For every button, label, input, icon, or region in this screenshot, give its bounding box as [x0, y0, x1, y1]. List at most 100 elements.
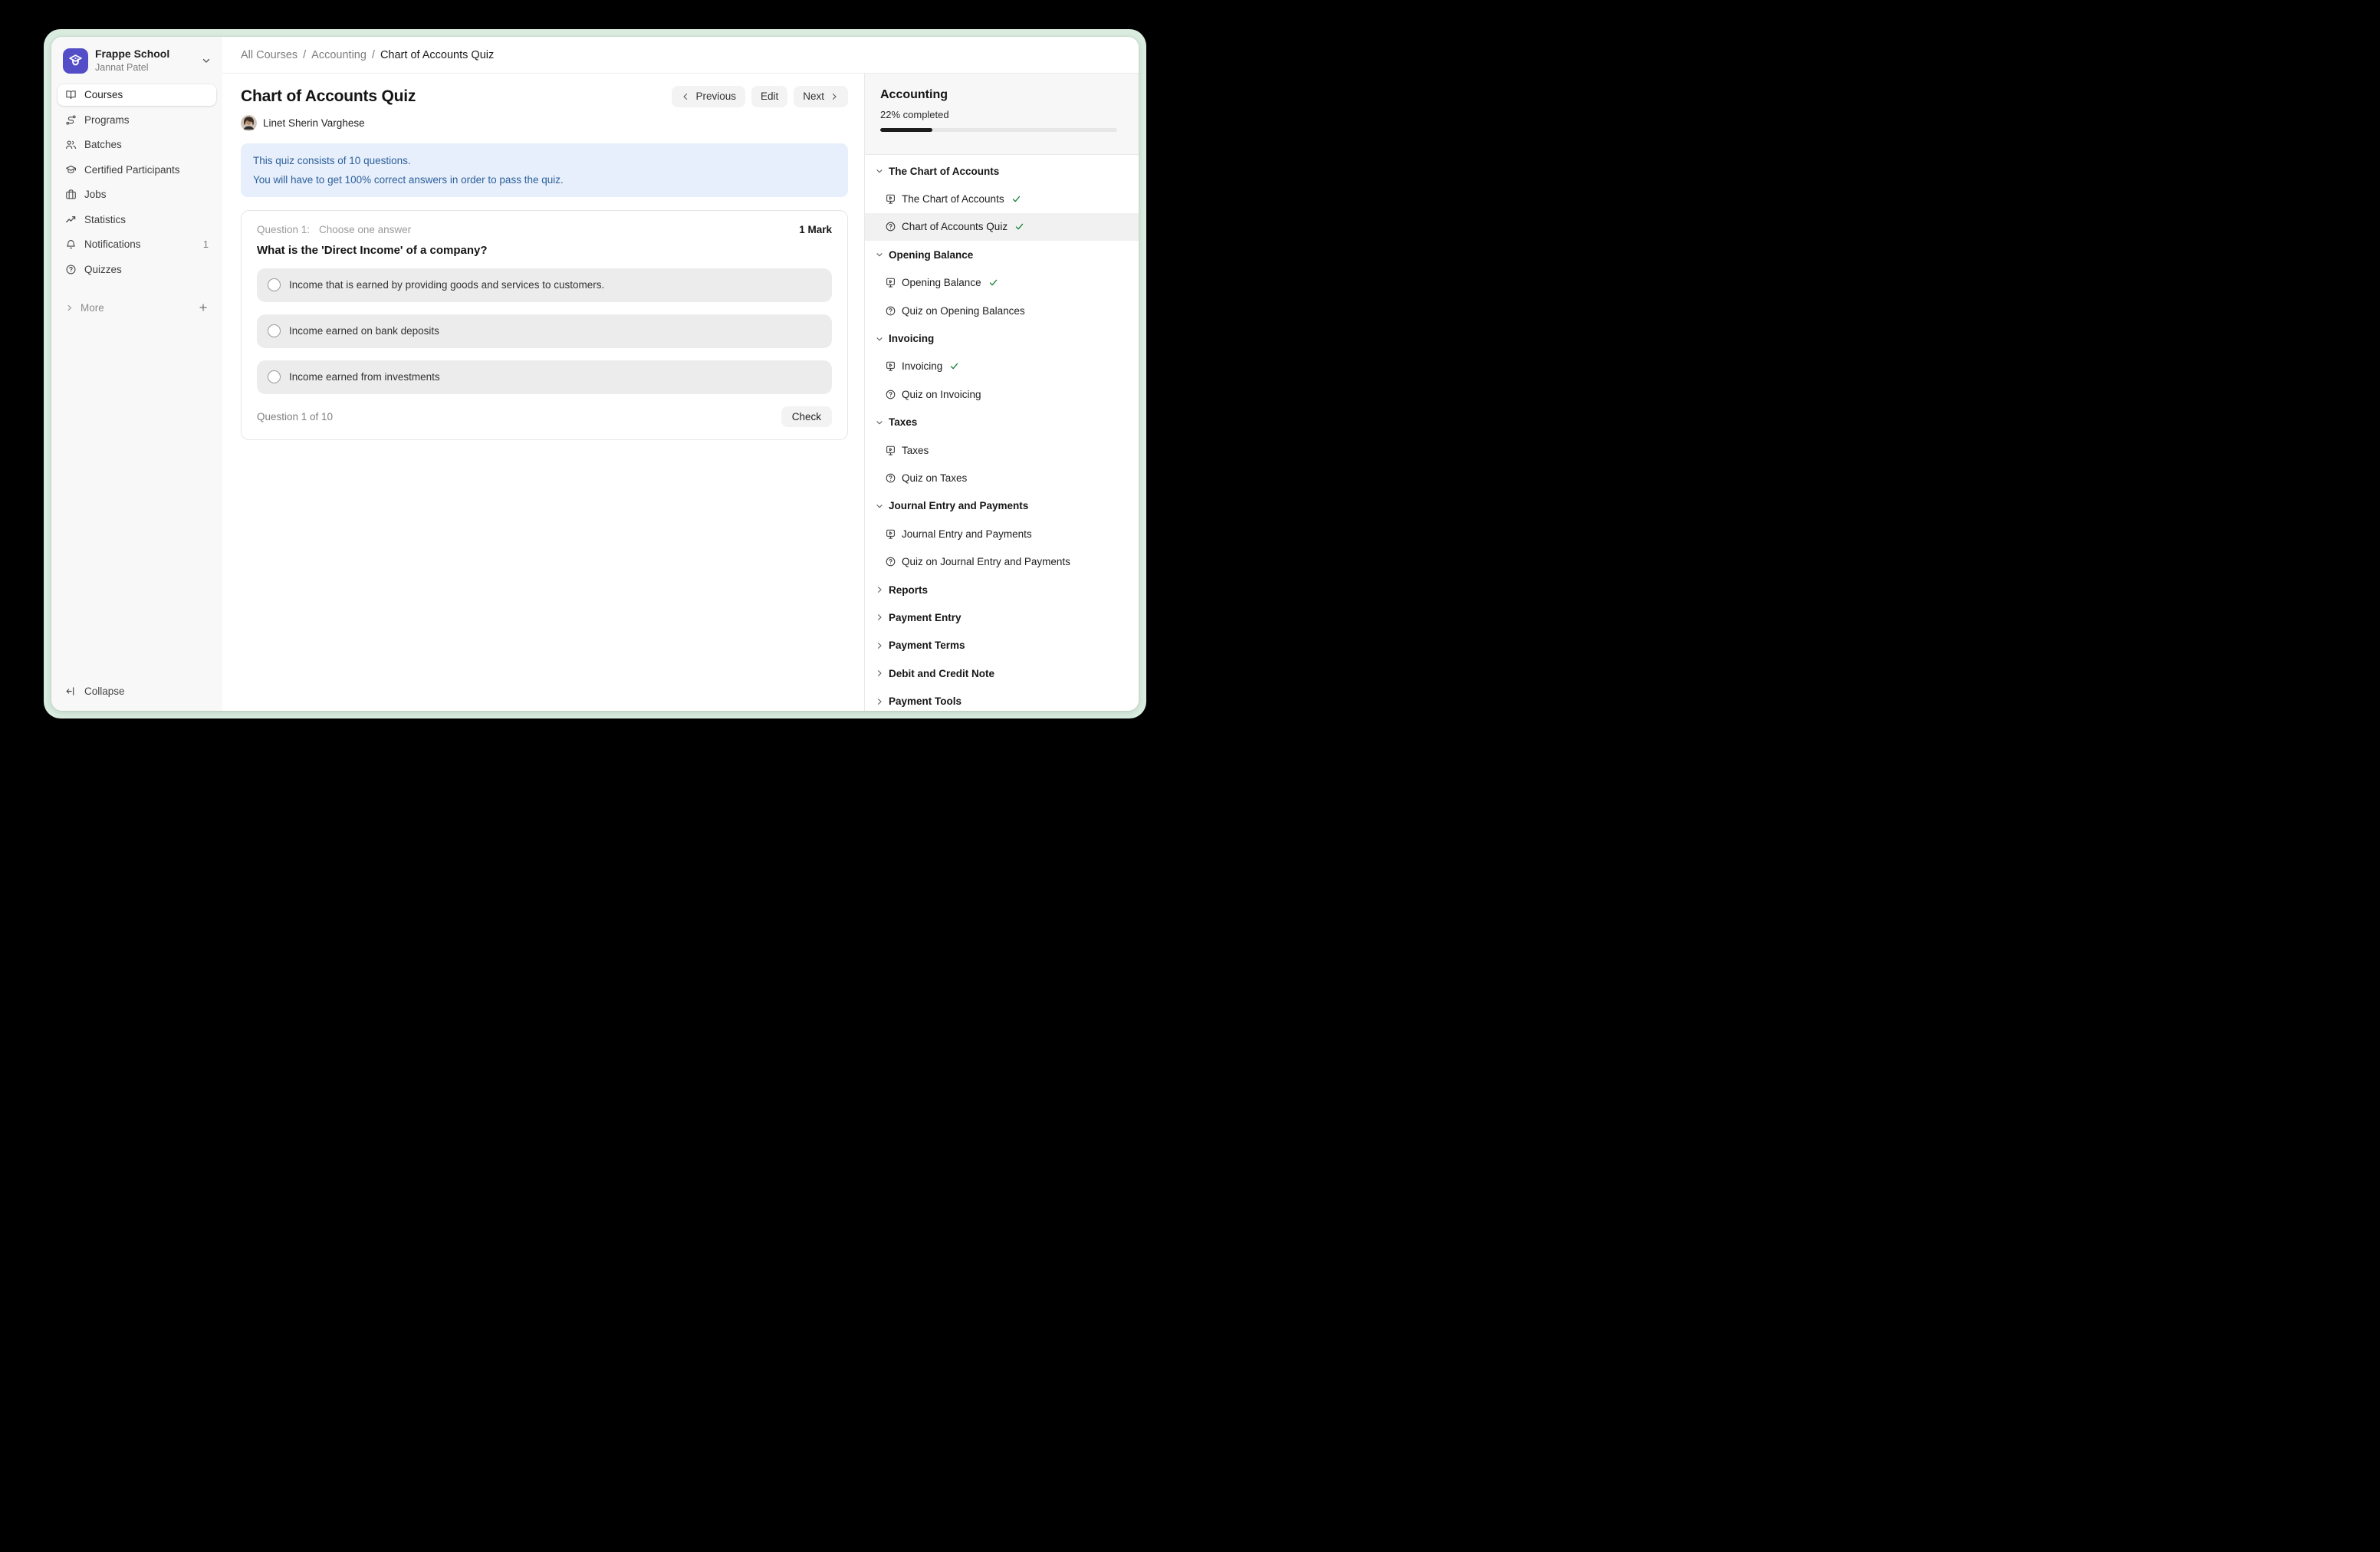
lesson-label: Quiz on Journal Entry and Payments: [902, 556, 1070, 567]
lesson-the-chart-of-accounts[interactable]: The Chart of Accounts: [865, 185, 1139, 212]
lesson-label: Journal Entry and Payments: [902, 528, 1032, 540]
chevron-left-icon: [681, 92, 690, 101]
sidebar-item-courses[interactable]: Courses: [58, 84, 216, 106]
lesson-quiz-on-taxes[interactable]: Quiz on Taxes: [865, 464, 1139, 492]
sidebar-item-more[interactable]: More: [58, 298, 216, 317]
chapter-invoicing[interactable]: Invoicing: [865, 324, 1139, 352]
radio-button[interactable]: [268, 278, 281, 291]
breadcrumb-link[interactable]: Accounting: [311, 49, 367, 61]
chevron-right-icon: [875, 585, 884, 594]
next-button[interactable]: Next: [794, 86, 848, 107]
question-footer: Question 1 of 10 Check: [257, 406, 832, 428]
lesson-journal-entry-and-payments[interactable]: Journal Entry and Payments: [865, 520, 1139, 547]
chevron-down-icon: [875, 334, 884, 344]
lesson-label: Invoicing: [902, 360, 942, 372]
chevron-right-icon: [875, 669, 884, 678]
sidebar-item-label: Quizzes: [84, 264, 122, 275]
chapter-taxes[interactable]: Taxes: [865, 409, 1139, 436]
radio-button[interactable]: [268, 324, 281, 337]
lesson-taxes[interactable]: Taxes: [865, 436, 1139, 464]
chapter-label: Payment Terms: [889, 640, 965, 651]
sidebar-item-statistics[interactable]: Statistics: [58, 209, 216, 231]
check-button[interactable]: Check: [781, 406, 832, 428]
chapter-label: Journal Entry and Payments: [889, 500, 1028, 511]
more-label: More: [81, 302, 104, 314]
previous-button[interactable]: Previous: [672, 86, 745, 107]
chevron-right-icon: [875, 641, 884, 650]
sidebar-item-label: Jobs: [84, 189, 107, 200]
briefcase-icon: [65, 189, 77, 200]
sidebar-item-batches[interactable]: Batches: [58, 134, 216, 156]
page-title: Chart of Accounts Quiz: [241, 87, 416, 106]
sidebar-item-quizzes[interactable]: Quizzes: [58, 259, 216, 281]
sidebar-item-label: Statistics: [84, 214, 126, 225]
workspace-user: Jannat Patel: [95, 62, 169, 74]
video-lesson-icon: [885, 193, 896, 205]
sidebar-bottom: Collapse: [58, 680, 216, 702]
lesson-invoicing[interactable]: Invoicing: [865, 353, 1139, 380]
sidebar-item-certified-participants[interactable]: Certified Participants: [58, 159, 216, 181]
quiz-lesson-icon: [885, 305, 896, 317]
course-title: Accounting: [880, 88, 1123, 102]
chapter-payment-tools[interactable]: Payment Tools: [865, 687, 1139, 711]
completed-check-icon: [1014, 222, 1024, 232]
top-bar: All Courses/Accounting/Chart of Accounts…: [222, 37, 1139, 74]
chapter-label: Reports: [889, 584, 928, 596]
radio-button[interactable]: [268, 370, 281, 383]
collapse-sidebar-button[interactable]: Collapse: [58, 680, 216, 702]
video-lesson-icon: [885, 445, 896, 456]
sidebar-item-programs[interactable]: Programs: [58, 110, 216, 131]
chevron-right-icon: [65, 304, 74, 312]
answer-option-label: Income earned from investments: [289, 371, 440, 383]
question-number-label: Question 1:: [257, 224, 310, 235]
chevron-down-icon[interactable]: [201, 55, 212, 66]
edit-button[interactable]: Edit: [751, 86, 787, 107]
answer-option-1[interactable]: Income that is earned by providing goods…: [257, 268, 832, 302]
toolbar: Previous Edit Next: [672, 86, 848, 107]
lesson-label: The Chart of Accounts: [902, 193, 1004, 205]
lesson-label: Quiz on Taxes: [902, 472, 967, 484]
chapter-payment-terms[interactable]: Payment Terms: [865, 632, 1139, 659]
graduation-cap-logo-icon: [67, 53, 84, 69]
chapter-label: Payment Tools: [889, 695, 962, 707]
sidebar-item-label: Certified Participants: [84, 164, 180, 176]
chapter-label: Opening Balance: [889, 249, 973, 261]
lesson-opening-balance[interactable]: Opening Balance: [865, 269, 1139, 297]
quiz-lesson-icon: [885, 221, 896, 232]
sidebar-item-label: Programs: [84, 114, 130, 126]
sidebar-item-label: Courses: [84, 89, 123, 100]
chevron-down-icon: [875, 501, 884, 511]
previous-label: Previous: [695, 90, 736, 102]
chapter-debit-and-credit-note[interactable]: Debit and Credit Note: [865, 659, 1139, 687]
lesson-label: Taxes: [902, 445, 929, 456]
chapter-reports[interactable]: Reports: [865, 576, 1139, 603]
answer-option-2[interactable]: Income earned on bank deposits: [257, 314, 832, 348]
chapter-opening-balance[interactable]: Opening Balance: [865, 241, 1139, 268]
chapter-label: Debit and Credit Note: [889, 668, 994, 679]
chapter-the-chart-of-accounts[interactable]: The Chart of Accounts: [865, 157, 1139, 185]
question-card-header: Question 1: Choose one answer 1 Mark: [257, 224, 832, 235]
chapter-payment-entry[interactable]: Payment Entry: [865, 603, 1139, 631]
content-column: All Courses/Accounting/Chart of Accounts…: [222, 37, 1139, 711]
lesson-quiz-on-opening-balances[interactable]: Quiz on Opening Balances: [865, 297, 1139, 324]
collapse-label: Collapse: [84, 686, 125, 697]
programs-icon: [65, 114, 77, 126]
course-outline-list: The Chart of Accounts The Chart of Accoun…: [865, 155, 1139, 711]
quiz-notice: This quiz consists of 10 questions. You …: [241, 143, 848, 197]
course-progress-track: [880, 128, 1117, 132]
lesson-quiz-on-invoicing[interactable]: Quiz on Invoicing: [865, 380, 1139, 408]
avatar: [241, 115, 257, 131]
graduation-cap-icon: [65, 164, 77, 176]
chapter-journal-entry-and-payments[interactable]: Journal Entry and Payments: [865, 492, 1139, 520]
sidebar-item-notifications[interactable]: Notifications1: [58, 234, 216, 255]
breadcrumb-link[interactable]: All Courses: [241, 49, 298, 61]
completed-check-icon: [1011, 194, 1021, 204]
plus-icon[interactable]: [198, 302, 209, 313]
answer-option-3[interactable]: Income earned from investments: [257, 360, 832, 394]
lesson-chart-of-accounts-quiz[interactable]: Chart of Accounts Quiz: [865, 213, 1139, 241]
course-outline-panel: Accounting 22% completed The Chart of Ac…: [864, 74, 1139, 711]
lesson-quiz-on-journal-entry-and-payments[interactable]: Quiz on Journal Entry and Payments: [865, 547, 1139, 575]
workspace-switcher[interactable]: Frappe School Jannat Patel: [58, 48, 216, 74]
sidebar-item-jobs[interactable]: Jobs: [58, 184, 216, 206]
notification-count-badge: 1: [203, 238, 209, 250]
